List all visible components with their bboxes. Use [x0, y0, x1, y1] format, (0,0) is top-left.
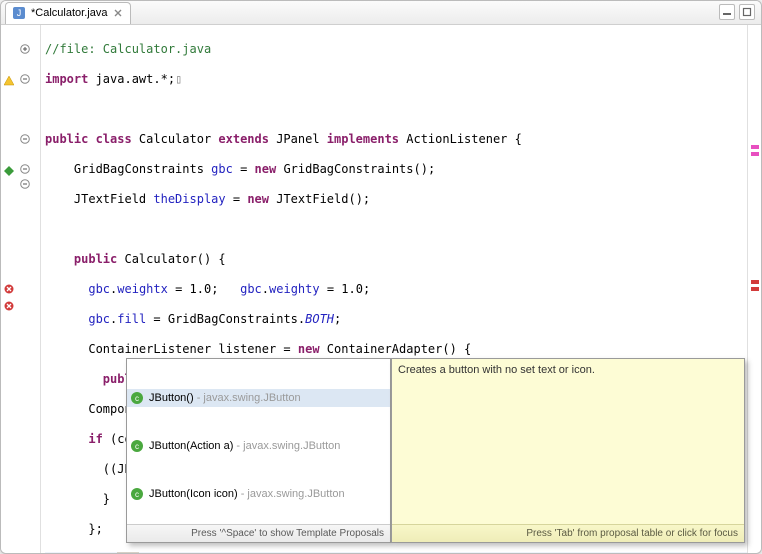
- proposal-footer: Press '^Space' to show Template Proposal…: [127, 524, 390, 542]
- code-text: = 1.0;: [320, 282, 371, 296]
- code-text: = GridBagConstraints.: [146, 312, 305, 326]
- javadoc-body: Creates a button with no set text or ico…: [392, 359, 744, 524]
- proposal-hint: Press '^Space' to show Template Proposal…: [191, 526, 384, 541]
- code-text: ActionListener {: [399, 132, 522, 146]
- svg-text:J: J: [17, 8, 22, 18]
- error-marker-icon[interactable]: [3, 300, 15, 312]
- annotation-ruler: [1, 25, 15, 554]
- close-icon[interactable]: [112, 7, 124, 19]
- overview-error-mark[interactable]: [751, 280, 759, 284]
- expand-fold-icon[interactable]: [18, 42, 32, 56]
- code-text: Calculator() {: [117, 252, 225, 266]
- error-marker-icon[interactable]: [3, 283, 15, 295]
- code-text: gbc: [45, 282, 110, 296]
- proposal-secondary: - javax.swing.JButton: [238, 488, 345, 500]
- code-text: gbc: [45, 312, 110, 326]
- maximize-view-icon[interactable]: [739, 4, 755, 20]
- overview-ruler[interactable]: [747, 25, 761, 554]
- warning-marker-icon[interactable]: [3, 75, 15, 87]
- code-text: gbc: [211, 162, 233, 176]
- proposal-secondary: - javax.swing.JButton: [233, 440, 340, 452]
- code-text: =: [233, 162, 255, 176]
- code-text: }: [45, 492, 110, 506]
- collapse-fold-icon[interactable]: [18, 72, 32, 86]
- proposal-item[interactable]: c JButton(Icon icon) - javax.swing.JButt…: [127, 485, 390, 503]
- code-text: .: [262, 282, 269, 296]
- code-text: implements: [327, 132, 399, 146]
- collapse-fold-icon[interactable]: [18, 132, 32, 146]
- proposal-secondary: - javax.swing.JButton: [194, 392, 301, 404]
- code-text: extends: [218, 132, 269, 146]
- code-text: JTextField: [45, 192, 153, 206]
- code-text: weighty: [269, 282, 320, 296]
- proposal-item[interactable]: c JButton(Action a) - javax.swing.JButto…: [127, 437, 390, 455]
- proposal-item[interactable]: c JButton() - javax.swing.JButton: [127, 389, 390, 407]
- overview-mark[interactable]: [751, 145, 759, 149]
- code-text: public: [45, 252, 117, 266]
- editor-window: J *Calculator.java: [0, 0, 762, 554]
- proposal-primary: JButton(Icon icon): [149, 488, 238, 500]
- proposal-primary: JButton(): [149, 392, 194, 404]
- code-text: GridBagConstraints: [45, 162, 211, 176]
- code-text: };: [45, 522, 103, 536]
- code-text: public class: [45, 132, 132, 146]
- change-marker-icon[interactable]: [3, 165, 15, 177]
- collapse-fold-icon[interactable]: [18, 162, 32, 176]
- code-text: =: [226, 192, 248, 206]
- javadoc-footer: Press 'Tab' from proposal table or click…: [392, 524, 744, 542]
- code-text: ;: [334, 312, 341, 326]
- code-text: JTextField();: [269, 192, 370, 206]
- tab-title: *Calculator.java: [31, 7, 107, 19]
- code-text: new: [247, 192, 269, 206]
- code-text: //file: Calculator.java: [45, 42, 211, 56]
- javadoc-hint: Press 'Tab' from proposal table or click…: [526, 526, 738, 541]
- code-text: BOTH: [305, 312, 334, 326]
- proposal-list[interactable]: c JButton() - javax.swing.JButton c JBut…: [127, 359, 390, 524]
- constructor-icon: c: [131, 488, 143, 500]
- javadoc-popup[interactable]: Creates a button with no set text or ico…: [391, 358, 745, 543]
- overview-mark[interactable]: [751, 152, 759, 156]
- minimize-view-icon[interactable]: [719, 4, 735, 20]
- folding-ruler: [15, 25, 41, 554]
- code-text: JPanel: [269, 132, 327, 146]
- constructor-icon: c: [131, 440, 143, 452]
- code-text: Calculator: [132, 132, 219, 146]
- code-text: = 1.0;: [168, 282, 240, 296]
- proposal-primary: JButton(Action a): [149, 440, 233, 452]
- code-text: theDisplay: [153, 192, 225, 206]
- code-text: gbc: [240, 282, 262, 296]
- view-controls: [719, 4, 755, 20]
- code-text: java.awt.*;: [88, 72, 175, 86]
- code-text: fill: [117, 312, 146, 326]
- code-text: if: [45, 432, 103, 446]
- code-text: ContainerListener listener =: [45, 342, 298, 356]
- constructor-icon: c: [131, 392, 143, 404]
- tab-bar: J *Calculator.java: [1, 1, 761, 25]
- code-text: import: [45, 72, 88, 86]
- collapse-fold-icon[interactable]: [18, 177, 32, 191]
- content-assist-popup[interactable]: c JButton() - javax.swing.JButton c JBut…: [126, 358, 391, 543]
- editor-tab-calculator[interactable]: J *Calculator.java: [5, 2, 131, 24]
- code-text: GridBagConstraints();: [276, 162, 435, 176]
- overview-error-mark[interactable]: [751, 287, 759, 291]
- java-file-icon: J: [12, 6, 26, 20]
- code-text: new: [298, 342, 320, 356]
- code-text: ContainerAdapter() {: [320, 342, 472, 356]
- code-editor[interactable]: //file: Calculator.java import java.awt.…: [1, 25, 761, 554]
- code-text: weightx: [117, 282, 168, 296]
- code-text: new: [255, 162, 277, 176]
